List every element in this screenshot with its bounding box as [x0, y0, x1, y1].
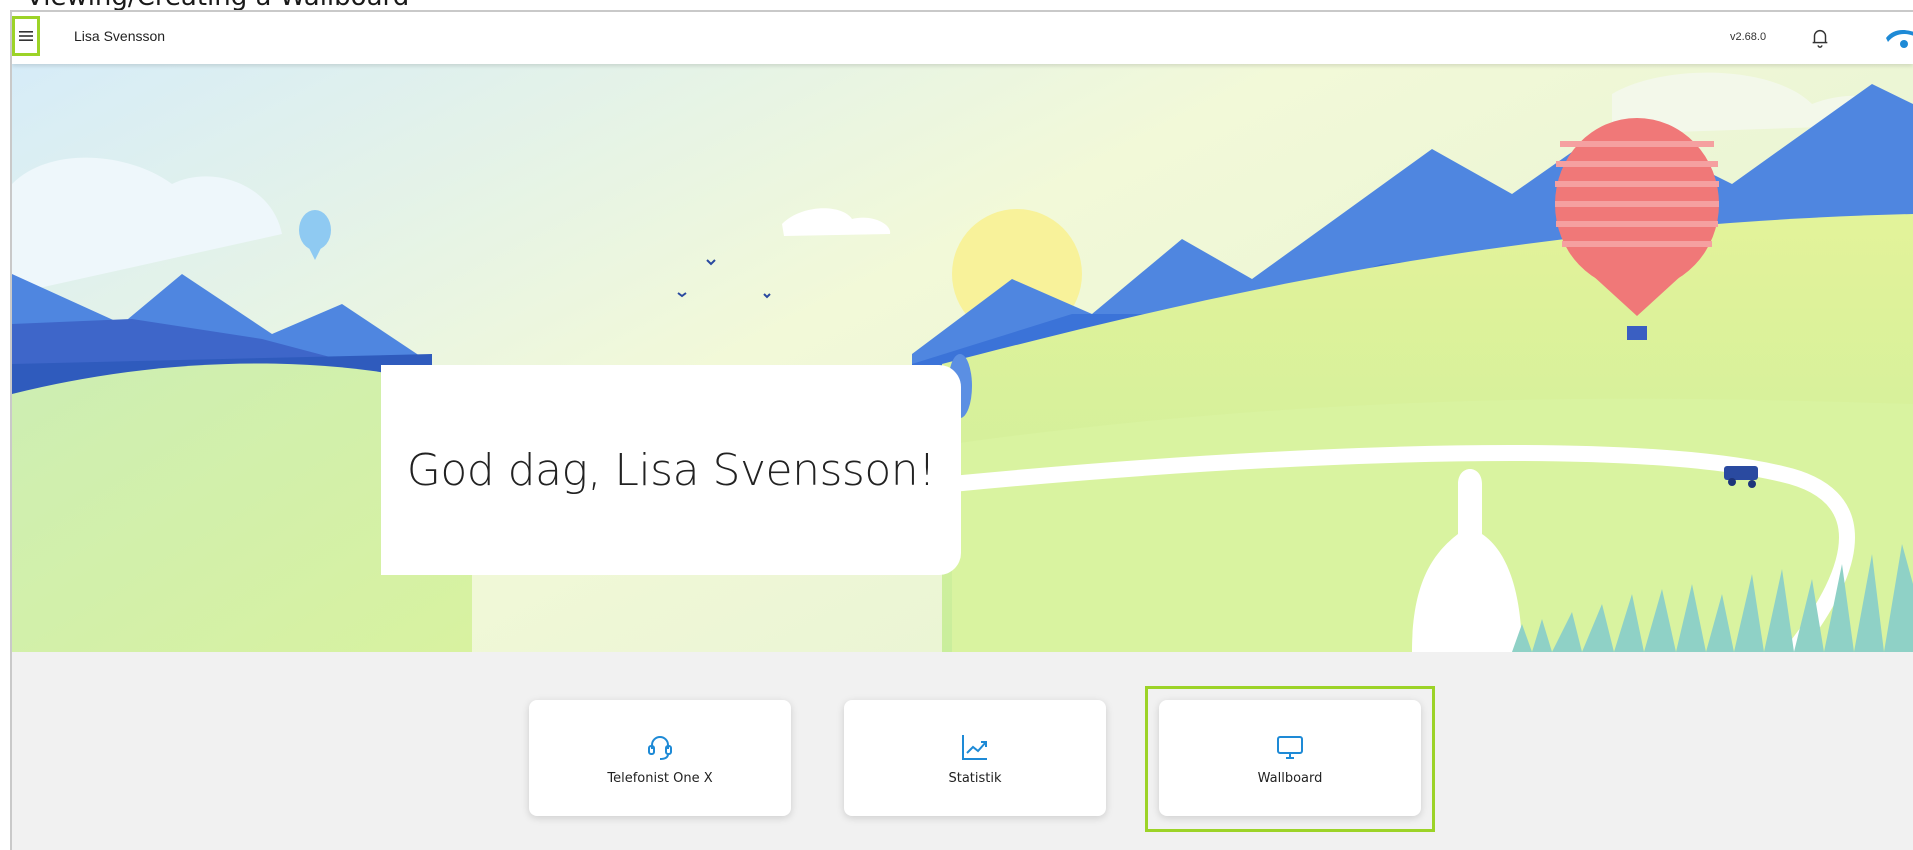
menu-button[interactable] — [12, 16, 40, 56]
hamburger-icon — [19, 31, 33, 41]
app-tiles: Telefonist One X Statistik Wallboard — [12, 652, 1913, 850]
headset-icon — [648, 735, 672, 760]
page-heading-fragment: Viewing/Creating a Wallboard — [26, 0, 409, 10]
chart-icon — [962, 734, 987, 760]
monitor-icon — [1277, 735, 1303, 759]
top-fragment-strip: Viewing/Creating a Wallboard — [0, 0, 1913, 10]
brand-logo — [1882, 22, 1913, 54]
landscape-illustration — [12, 64, 1913, 652]
user-name[interactable]: Lisa Svensson — [74, 28, 165, 44]
tile-label: Wallboard — [1257, 770, 1323, 786]
tile-wallboard[interactable]: Wallboard — [1159, 700, 1421, 816]
greeting-card: God dag, Lisa Svensson! — [381, 365, 961, 575]
app-window: Lisa Svensson v2.68.0 God dag, Lisa Sven… — [10, 10, 1913, 850]
top-bar: Lisa Svensson v2.68.0 — [12, 12, 1913, 64]
greeting-text: God dag, Lisa Svensson! — [406, 444, 936, 496]
bell-icon — [1812, 30, 1828, 48]
welcome-banner: God dag, Lisa Svensson! — [12, 64, 1913, 652]
tile-telefonist-one-x[interactable]: Telefonist One X — [529, 700, 791, 816]
tile-statistik[interactable]: Statistik — [844, 700, 1106, 816]
app-version: v2.68.0 — [1730, 31, 1767, 43]
tile-label: Telefonist One X — [607, 770, 713, 786]
notifications-button[interactable] — [1806, 24, 1834, 52]
tile-label: Statistik — [948, 770, 1002, 786]
